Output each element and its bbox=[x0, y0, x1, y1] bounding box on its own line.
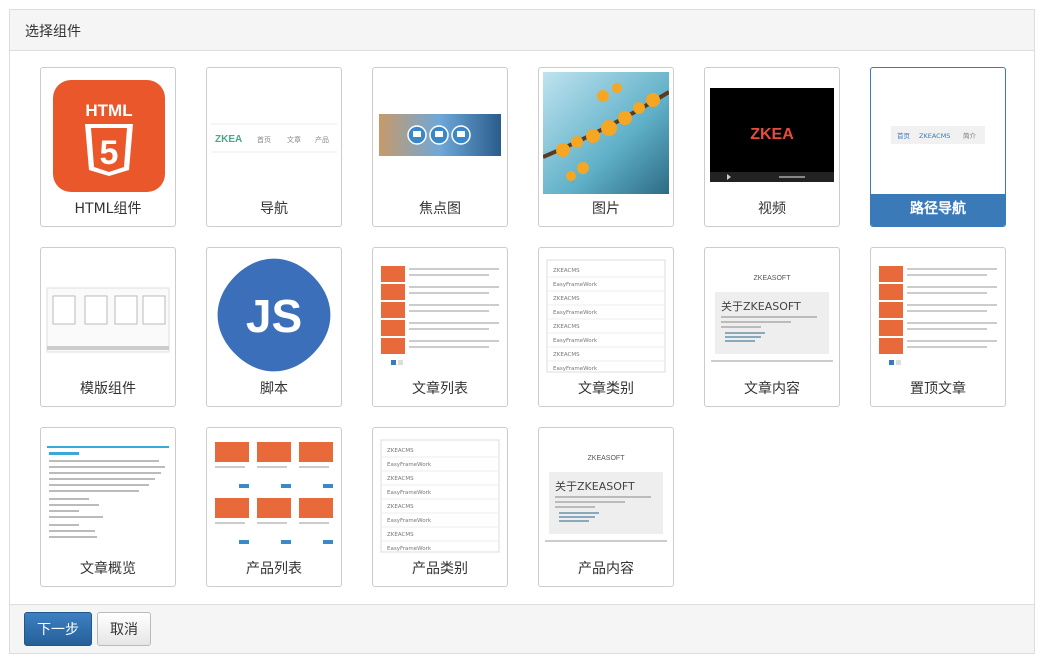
widget-grid: HTML 5 HTML组件 ZKEA 首页 文章 产品 导航 焦点图 图片 ZK… bbox=[10, 51, 1034, 606]
product-list-thumb bbox=[211, 432, 337, 554]
category-item: ZKEACMS bbox=[553, 352, 580, 358]
video-thumb: ZKEA bbox=[709, 72, 835, 194]
js-icon: JS bbox=[211, 252, 337, 374]
content-title: 关于ZKEASOFT bbox=[555, 479, 635, 493]
category-item: ZKEACMS bbox=[553, 324, 580, 330]
widget-label: 路径导航 bbox=[871, 194, 1005, 226]
image-thumb bbox=[543, 72, 669, 194]
widget-template[interactable]: 模版组件 bbox=[40, 247, 176, 407]
widget-label: 图片 bbox=[592, 201, 620, 217]
widget-product-list[interactable]: 产品列表 bbox=[206, 427, 342, 587]
video-brand: ZKEA bbox=[750, 126, 794, 143]
next-step-button[interactable]: 下一步 bbox=[24, 612, 92, 646]
category-item: ZKEACMS bbox=[387, 504, 414, 510]
category-item: EasyFrameWork bbox=[387, 462, 432, 468]
top-article-thumb bbox=[875, 252, 1001, 374]
article-content-thumb: ZKEASOFT 关于ZKEASOFT bbox=[709, 252, 835, 374]
category-item: ZKEACMS bbox=[387, 448, 414, 454]
category-item: EasyFrameWork bbox=[553, 338, 598, 344]
widget-article-category[interactable]: ZKEACMS EasyFrameWork ZKEACMS EasyFrameW… bbox=[538, 247, 674, 407]
widget-label: 置顶文章 bbox=[910, 381, 966, 397]
widget-label: HTML组件 bbox=[74, 201, 142, 217]
category-item: EasyFrameWork bbox=[387, 490, 432, 496]
category-item: EasyFrameWork bbox=[553, 282, 598, 288]
widget-article-list[interactable]: 文章列表 bbox=[372, 247, 508, 407]
content-brand: ZKEASOFT bbox=[754, 275, 792, 282]
category-item: ZKEACMS bbox=[553, 296, 580, 302]
widget-html[interactable]: HTML 5 HTML组件 bbox=[40, 67, 176, 227]
breadcrumb-item: 首页 bbox=[897, 131, 911, 140]
widget-label: 产品内容 bbox=[578, 561, 634, 577]
article-list-thumb bbox=[377, 252, 503, 374]
widget-label: 导航 bbox=[260, 201, 288, 217]
widget-video[interactable]: ZKEA 视频 bbox=[704, 67, 840, 227]
js-text: JS bbox=[246, 290, 302, 342]
nav-item: 文章 bbox=[287, 135, 301, 144]
widget-label: 文章概览 bbox=[80, 561, 136, 577]
nav-item: 首页 bbox=[257, 135, 271, 144]
widget-label: 文章列表 bbox=[412, 381, 468, 397]
category-item: ZKEACMS bbox=[387, 532, 414, 538]
widget-carousel[interactable]: 焦点图 bbox=[372, 67, 508, 227]
widget-script[interactable]: JS 脚本 bbox=[206, 247, 342, 407]
widget-label: 文章类别 bbox=[578, 381, 634, 397]
category-item: EasyFrameWork bbox=[553, 310, 598, 316]
category-item: EasyFrameWork bbox=[387, 518, 432, 524]
panel-footer: 下一步 取消 bbox=[10, 604, 1034, 653]
category-item: ZKEACMS bbox=[387, 476, 414, 482]
widget-article-summary[interactable]: 文章概览 bbox=[40, 427, 176, 587]
widget-top-article[interactable]: 置顶文章 bbox=[870, 247, 1006, 407]
carousel-thumb bbox=[377, 72, 503, 194]
widget-label: 产品类别 bbox=[412, 561, 468, 577]
widget-product-content[interactable]: ZKEASOFT 关于ZKEASOFT 产品内容 bbox=[538, 427, 674, 587]
widget-label: 产品列表 bbox=[246, 561, 302, 577]
panel-title: 选择组件 bbox=[10, 10, 1034, 51]
widget-navigation[interactable]: ZKEA 首页 文章 产品 导航 bbox=[206, 67, 342, 227]
widget-breadcrumb[interactable]: 首页 ZKEACMS 简介 路径导航 bbox=[870, 67, 1006, 227]
widget-label: 脚本 bbox=[260, 381, 288, 397]
nav-brand: ZKEA bbox=[215, 134, 242, 145]
widget-article-content[interactable]: ZKEASOFT 关于ZKEASOFT 文章内容 bbox=[704, 247, 840, 407]
content-brand: ZKEASOFT bbox=[588, 455, 626, 462]
category-item: EasyFrameWork bbox=[387, 546, 432, 552]
template-thumb bbox=[45, 252, 171, 374]
content-title: 关于ZKEASOFT bbox=[721, 299, 801, 313]
html5-number: 5 bbox=[100, 134, 119, 172]
widget-label: 文章内容 bbox=[744, 381, 800, 397]
widget-product-category[interactable]: ZKEACMS EasyFrameWork ZKEACMS EasyFrameW… bbox=[372, 427, 508, 587]
cancel-button[interactable]: 取消 bbox=[97, 612, 151, 646]
html5-icon: HTML 5 bbox=[45, 72, 171, 194]
html5-text: HTML bbox=[85, 101, 132, 120]
select-widget-panel: 选择组件 HTML 5 HTML组件 ZKEA 首页 文章 产品 导航 焦点图 … bbox=[9, 9, 1035, 654]
category-item: EasyFrameWork bbox=[553, 366, 598, 372]
breadcrumb-item: ZKEACMS bbox=[919, 132, 950, 140]
article-category-thumb: ZKEACMS EasyFrameWork ZKEACMS EasyFrameW… bbox=[543, 252, 669, 374]
widget-label: 视频 bbox=[758, 201, 786, 217]
nav-item: 产品 bbox=[315, 135, 329, 144]
product-category-thumb: ZKEACMS EasyFrameWork ZKEACMS EasyFrameW… bbox=[377, 432, 503, 554]
widget-image[interactable]: 图片 bbox=[538, 67, 674, 227]
category-item: ZKEACMS bbox=[553, 268, 580, 274]
article-summary-thumb bbox=[45, 432, 171, 554]
navigation-thumb: ZKEA 首页 文章 产品 bbox=[211, 72, 337, 194]
breadcrumb-item: 简介 bbox=[963, 131, 977, 140]
widget-label: 模版组件 bbox=[80, 381, 136, 397]
breadcrumb-thumb: 首页 ZKEACMS 简介 bbox=[875, 72, 1001, 194]
product-content-thumb: ZKEASOFT 关于ZKEASOFT bbox=[543, 432, 669, 554]
widget-label: 焦点图 bbox=[419, 201, 461, 217]
